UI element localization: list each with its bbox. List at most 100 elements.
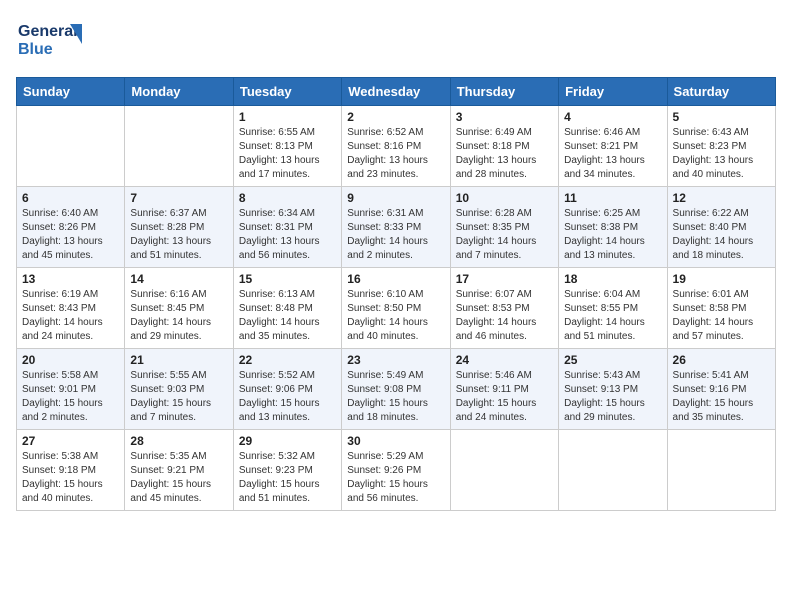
calendar-cell: 6Sunrise: 6:40 AM Sunset: 8:26 PM Daylig… [17,187,125,268]
day-info: Sunrise: 6:49 AM Sunset: 8:18 PM Dayligh… [456,126,553,182]
day-number: 26 [673,353,770,367]
day-info: Sunrise: 6:28 AM Sunset: 8:35 PM Dayligh… [456,207,553,263]
calendar-cell: 26 Sunrise: 5:41 AM Sunset: 9:16 PM Dayli… [667,349,775,430]
day-info: Sunrise: 6:07 AM Sunset: 8:53 PM Dayligh… [456,288,553,344]
day-info: Sunrise: 6:01 AM Sunset: 8:58 PM Dayligh… [673,288,770,344]
day-info: Sunrise: 6:19 AM Sunset: 8:43 PM Dayligh… [22,288,119,344]
calendar-cell: 7 Sunrise: 6:37 AM Sunset: 8:28 PM Daylig… [125,187,233,268]
calendar-cell [559,430,667,511]
day-info: Sunrise: 6:43 AM Sunset: 8:23 PM Dayligh… [673,126,770,182]
day-number: 2 [347,110,444,124]
page-header: General Blue [16,16,776,65]
day-info: Sunrise: 6:55 AM Sunset: 8:13 PM Dayligh… [239,126,336,182]
day-number: 22 [239,353,336,367]
day-info: Sunrise: 5:35 AM Sunset: 9:21 PM Dayligh… [130,450,227,506]
day-number: 19 [673,272,770,286]
calendar-week-row: 27Sunrise: 5:38 AM Sunset: 9:18 PM Dayli… [17,430,776,511]
day-number: 7 [130,191,227,205]
calendar-cell: 20 Sunrise: 5:58 AM Sunset: 9:01 PM Dayli… [17,349,125,430]
calendar-cell: 8 Sunrise: 6:34 AM Sunset: 8:31 PM Daylig… [233,187,341,268]
calendar-cell: 27Sunrise: 5:38 AM Sunset: 9:18 PM Dayli… [17,430,125,511]
day-number: 9 [347,191,444,205]
day-info: Sunrise: 6:37 AM Sunset: 8:28 PM Dayligh… [130,207,227,263]
day-info: Sunrise: 5:58 AM Sunset: 9:01 PM Dayligh… [22,369,119,425]
calendar-cell: 12 Sunrise: 6:22 AM Sunset: 8:40 PM Dayli… [667,187,775,268]
calendar-week-row: 1 Sunrise: 6:55 AM Sunset: 8:13 PM Daylig… [17,106,776,187]
calendar-cell: 18Sunrise: 6:04 AM Sunset: 8:55 PM Dayli… [559,268,667,349]
calendar-cell [125,106,233,187]
svg-text:Blue: Blue [18,41,53,58]
calendar-cell [450,430,558,511]
day-number: 25 [564,353,661,367]
day-number: 4 [564,110,661,124]
calendar-cell: 14 Sunrise: 6:16 AM Sunset: 8:45 PM Dayli… [125,268,233,349]
calendar-cell: 10 Sunrise: 6:28 AM Sunset: 8:35 PM Dayli… [450,187,558,268]
day-number: 14 [130,272,227,286]
logo: General Blue [16,16,86,65]
day-of-week-header: Tuesday [233,78,341,106]
day-info: Sunrise: 5:29 AM Sunset: 9:26 PM Dayligh… [347,450,444,506]
calendar-header-row: SundayMondayTuesdayWednesdayThursdayFrid… [17,78,776,106]
day-number: 24 [456,353,553,367]
day-info: Sunrise: 6:16 AM Sunset: 8:45 PM Dayligh… [130,288,227,344]
day-number: 10 [456,191,553,205]
day-number: 6 [22,191,119,205]
day-number: 5 [673,110,770,124]
day-number: 20 [22,353,119,367]
day-number: 8 [239,191,336,205]
calendar-table: SundayMondayTuesdayWednesdayThursdayFrid… [16,77,776,511]
day-info: Sunrise: 6:13 AM Sunset: 8:48 PM Dayligh… [239,288,336,344]
calendar-cell: 21 Sunrise: 5:55 AM Sunset: 9:03 PM Dayli… [125,349,233,430]
calendar-week-row: 6Sunrise: 6:40 AM Sunset: 8:26 PM Daylig… [17,187,776,268]
calendar-cell: 24 Sunrise: 5:46 AM Sunset: 9:11 PM Dayli… [450,349,558,430]
day-number: 21 [130,353,227,367]
day-info: Sunrise: 5:38 AM Sunset: 9:18 PM Dayligh… [22,450,119,506]
calendar-cell: 16Sunrise: 6:10 AM Sunset: 8:50 PM Dayli… [342,268,450,349]
calendar-cell [667,430,775,511]
day-number: 13 [22,272,119,286]
day-info: Sunrise: 5:49 AM Sunset: 9:08 PM Dayligh… [347,369,444,425]
day-number: 11 [564,191,661,205]
calendar-cell: 17Sunrise: 6:07 AM Sunset: 8:53 PM Dayli… [450,268,558,349]
day-info: Sunrise: 6:31 AM Sunset: 8:33 PM Dayligh… [347,207,444,263]
calendar-cell: 5 Sunrise: 6:43 AM Sunset: 8:23 PM Daylig… [667,106,775,187]
calendar-cell: 29Sunrise: 5:32 AM Sunset: 9:23 PM Dayli… [233,430,341,511]
calendar-cell: 19 Sunrise: 6:01 AM Sunset: 8:58 PM Dayli… [667,268,775,349]
calendar-cell: 3 Sunrise: 6:49 AM Sunset: 8:18 PM Daylig… [450,106,558,187]
day-info: Sunrise: 6:22 AM Sunset: 8:40 PM Dayligh… [673,207,770,263]
day-number: 15 [239,272,336,286]
day-of-week-header: Saturday [667,78,775,106]
day-info: Sunrise: 6:46 AM Sunset: 8:21 PM Dayligh… [564,126,661,182]
day-of-week-header: Friday [559,78,667,106]
calendar-cell [17,106,125,187]
day-of-week-header: Monday [125,78,233,106]
day-number: 28 [130,434,227,448]
day-info: Sunrise: 5:55 AM Sunset: 9:03 PM Dayligh… [130,369,227,425]
calendar-cell: 28 Sunrise: 5:35 AM Sunset: 9:21 PM Dayli… [125,430,233,511]
day-info: Sunrise: 5:43 AM Sunset: 9:13 PM Dayligh… [564,369,661,425]
day-of-week-header: Sunday [17,78,125,106]
day-number: 23 [347,353,444,367]
day-of-week-header: Wednesday [342,78,450,106]
calendar-cell: 2Sunrise: 6:52 AM Sunset: 8:16 PM Daylig… [342,106,450,187]
calendar-cell: 9 Sunrise: 6:31 AM Sunset: 8:33 PM Daylig… [342,187,450,268]
day-number: 1 [239,110,336,124]
day-number: 16 [347,272,444,286]
day-number: 18 [564,272,661,286]
calendar-cell: 11Sunrise: 6:25 AM Sunset: 8:38 PM Dayli… [559,187,667,268]
day-info: Sunrise: 5:52 AM Sunset: 9:06 PM Dayligh… [239,369,336,425]
calendar-cell: 4 Sunrise: 6:46 AM Sunset: 8:21 PM Daylig… [559,106,667,187]
logo-icon: General Blue [16,16,86,60]
day-info: Sunrise: 5:32 AM Sunset: 9:23 PM Dayligh… [239,450,336,506]
calendar-week-row: 13 Sunrise: 6:19 AM Sunset: 8:43 PM Dayli… [17,268,776,349]
calendar-cell: 13 Sunrise: 6:19 AM Sunset: 8:43 PM Dayli… [17,268,125,349]
calendar-cell: 1 Sunrise: 6:55 AM Sunset: 8:13 PM Daylig… [233,106,341,187]
day-info: Sunrise: 5:46 AM Sunset: 9:11 PM Dayligh… [456,369,553,425]
calendar-cell: 22 Sunrise: 5:52 AM Sunset: 9:06 PM Dayli… [233,349,341,430]
day-info: Sunrise: 6:34 AM Sunset: 8:31 PM Dayligh… [239,207,336,263]
day-number: 12 [673,191,770,205]
day-of-week-header: Thursday [450,78,558,106]
day-info: Sunrise: 5:41 AM Sunset: 9:16 PM Dayligh… [673,369,770,425]
day-number: 3 [456,110,553,124]
day-number: 30 [347,434,444,448]
